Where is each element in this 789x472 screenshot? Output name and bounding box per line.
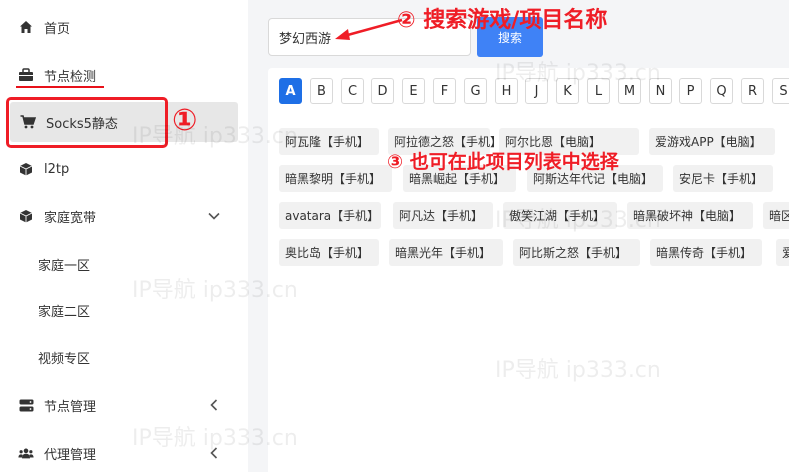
project-tag[interactable]: 爱游戏APP【电脑】: [649, 128, 775, 155]
chevron-left-icon: [208, 399, 220, 411]
project-tag[interactable]: 阿比斯之怒【手机】: [513, 239, 640, 266]
sidebar-item-label: 家庭宽带: [44, 210, 97, 226]
project-tag[interactable]: 安尼卡【手机】: [673, 165, 773, 192]
letter-filter-c[interactable]: C: [341, 78, 364, 104]
sidebar-item-label: 首页: [44, 21, 71, 37]
server-icon: [18, 397, 34, 413]
sidebar-subitem-video[interactable]: 视频专区: [0, 337, 248, 377]
letter-filter-g[interactable]: G: [464, 78, 487, 104]
project-tag[interactable]: 暗黑黎明【手机】: [279, 165, 392, 192]
letter-filter-p[interactable]: P: [679, 78, 702, 104]
project-tag[interactable]: 暗黑传奇【手机】: [650, 239, 762, 266]
letter-filter-b[interactable]: B: [310, 78, 333, 104]
sidebar-item-label: l2tp: [44, 161, 70, 177]
letter-filter-e[interactable]: E: [402, 78, 425, 104]
watermark: IP导航 ip333.cn: [132, 426, 298, 451]
letter-filter-a[interactable]: A: [279, 78, 302, 104]
sidebar-item-label: 节点检测: [44, 69, 97, 85]
annotation-step-3: ③ 也可在此项目列表中选择: [387, 151, 619, 173]
sidebar-item-node-management[interactable]: 节点管理: [0, 385, 248, 425]
sidebar-item-home-broadband[interactable]: 家庭宽带: [0, 196, 248, 236]
sidebar-item-node-check[interactable]: 节点检测: [0, 55, 248, 95]
sidebar-item-l2tp[interactable]: l2tp: [0, 149, 248, 189]
watermark: IP导航 ip333.cn: [495, 358, 661, 383]
cube-icon: [18, 208, 34, 224]
briefcase-icon: [18, 67, 34, 83]
letter-filter-s[interactable]: S: [772, 78, 789, 104]
project-tag[interactable]: 暗区: [763, 202, 789, 229]
letter-filter-r[interactable]: R: [741, 78, 764, 104]
watermark: IP导航 ip333.cn: [132, 124, 298, 149]
sidebar-item-home[interactable]: 首页: [0, 7, 248, 47]
sidebar-item-label: 节点管理: [44, 399, 97, 415]
letter-filter-f[interactable]: F: [433, 78, 456, 104]
sidebar: 首页 节点检测 Socks5静态 l2tp 家庭宽带 家庭一区 家庭二区 视频专…: [0, 0, 248, 472]
cube-icon: [18, 161, 34, 177]
letter-filter-d[interactable]: D: [371, 78, 394, 104]
project-tag[interactable]: 爱: [776, 239, 789, 266]
home-icon: [18, 19, 34, 35]
project-tag[interactable]: avatara【手机】: [279, 202, 381, 229]
annotation-step-2: ② 搜索游戏/项目名称: [397, 8, 608, 33]
watermark: IP导航 ip333.cn: [495, 61, 661, 86]
watermark: IP导航 ip333.cn: [132, 278, 298, 303]
project-tag[interactable]: 暗黑光年【手机】: [389, 239, 503, 266]
chevron-down-icon: [208, 210, 220, 222]
sidebar-item-label: 家庭一区: [38, 258, 91, 274]
letter-filter-q[interactable]: Q: [710, 78, 733, 104]
sidebar-item-label: 家庭二区: [38, 304, 91, 320]
annotation-underline: [16, 86, 104, 88]
watermark: IP导航 ip333.cn: [495, 208, 661, 233]
sidebar-item-label: 视频专区: [38, 351, 91, 367]
project-tag[interactable]: 奥比岛【手机】: [279, 239, 379, 266]
users-icon: [18, 445, 34, 461]
project-tag[interactable]: 阿凡达【手机】: [393, 202, 493, 229]
sidebar-item-label: 代理管理: [44, 447, 97, 463]
